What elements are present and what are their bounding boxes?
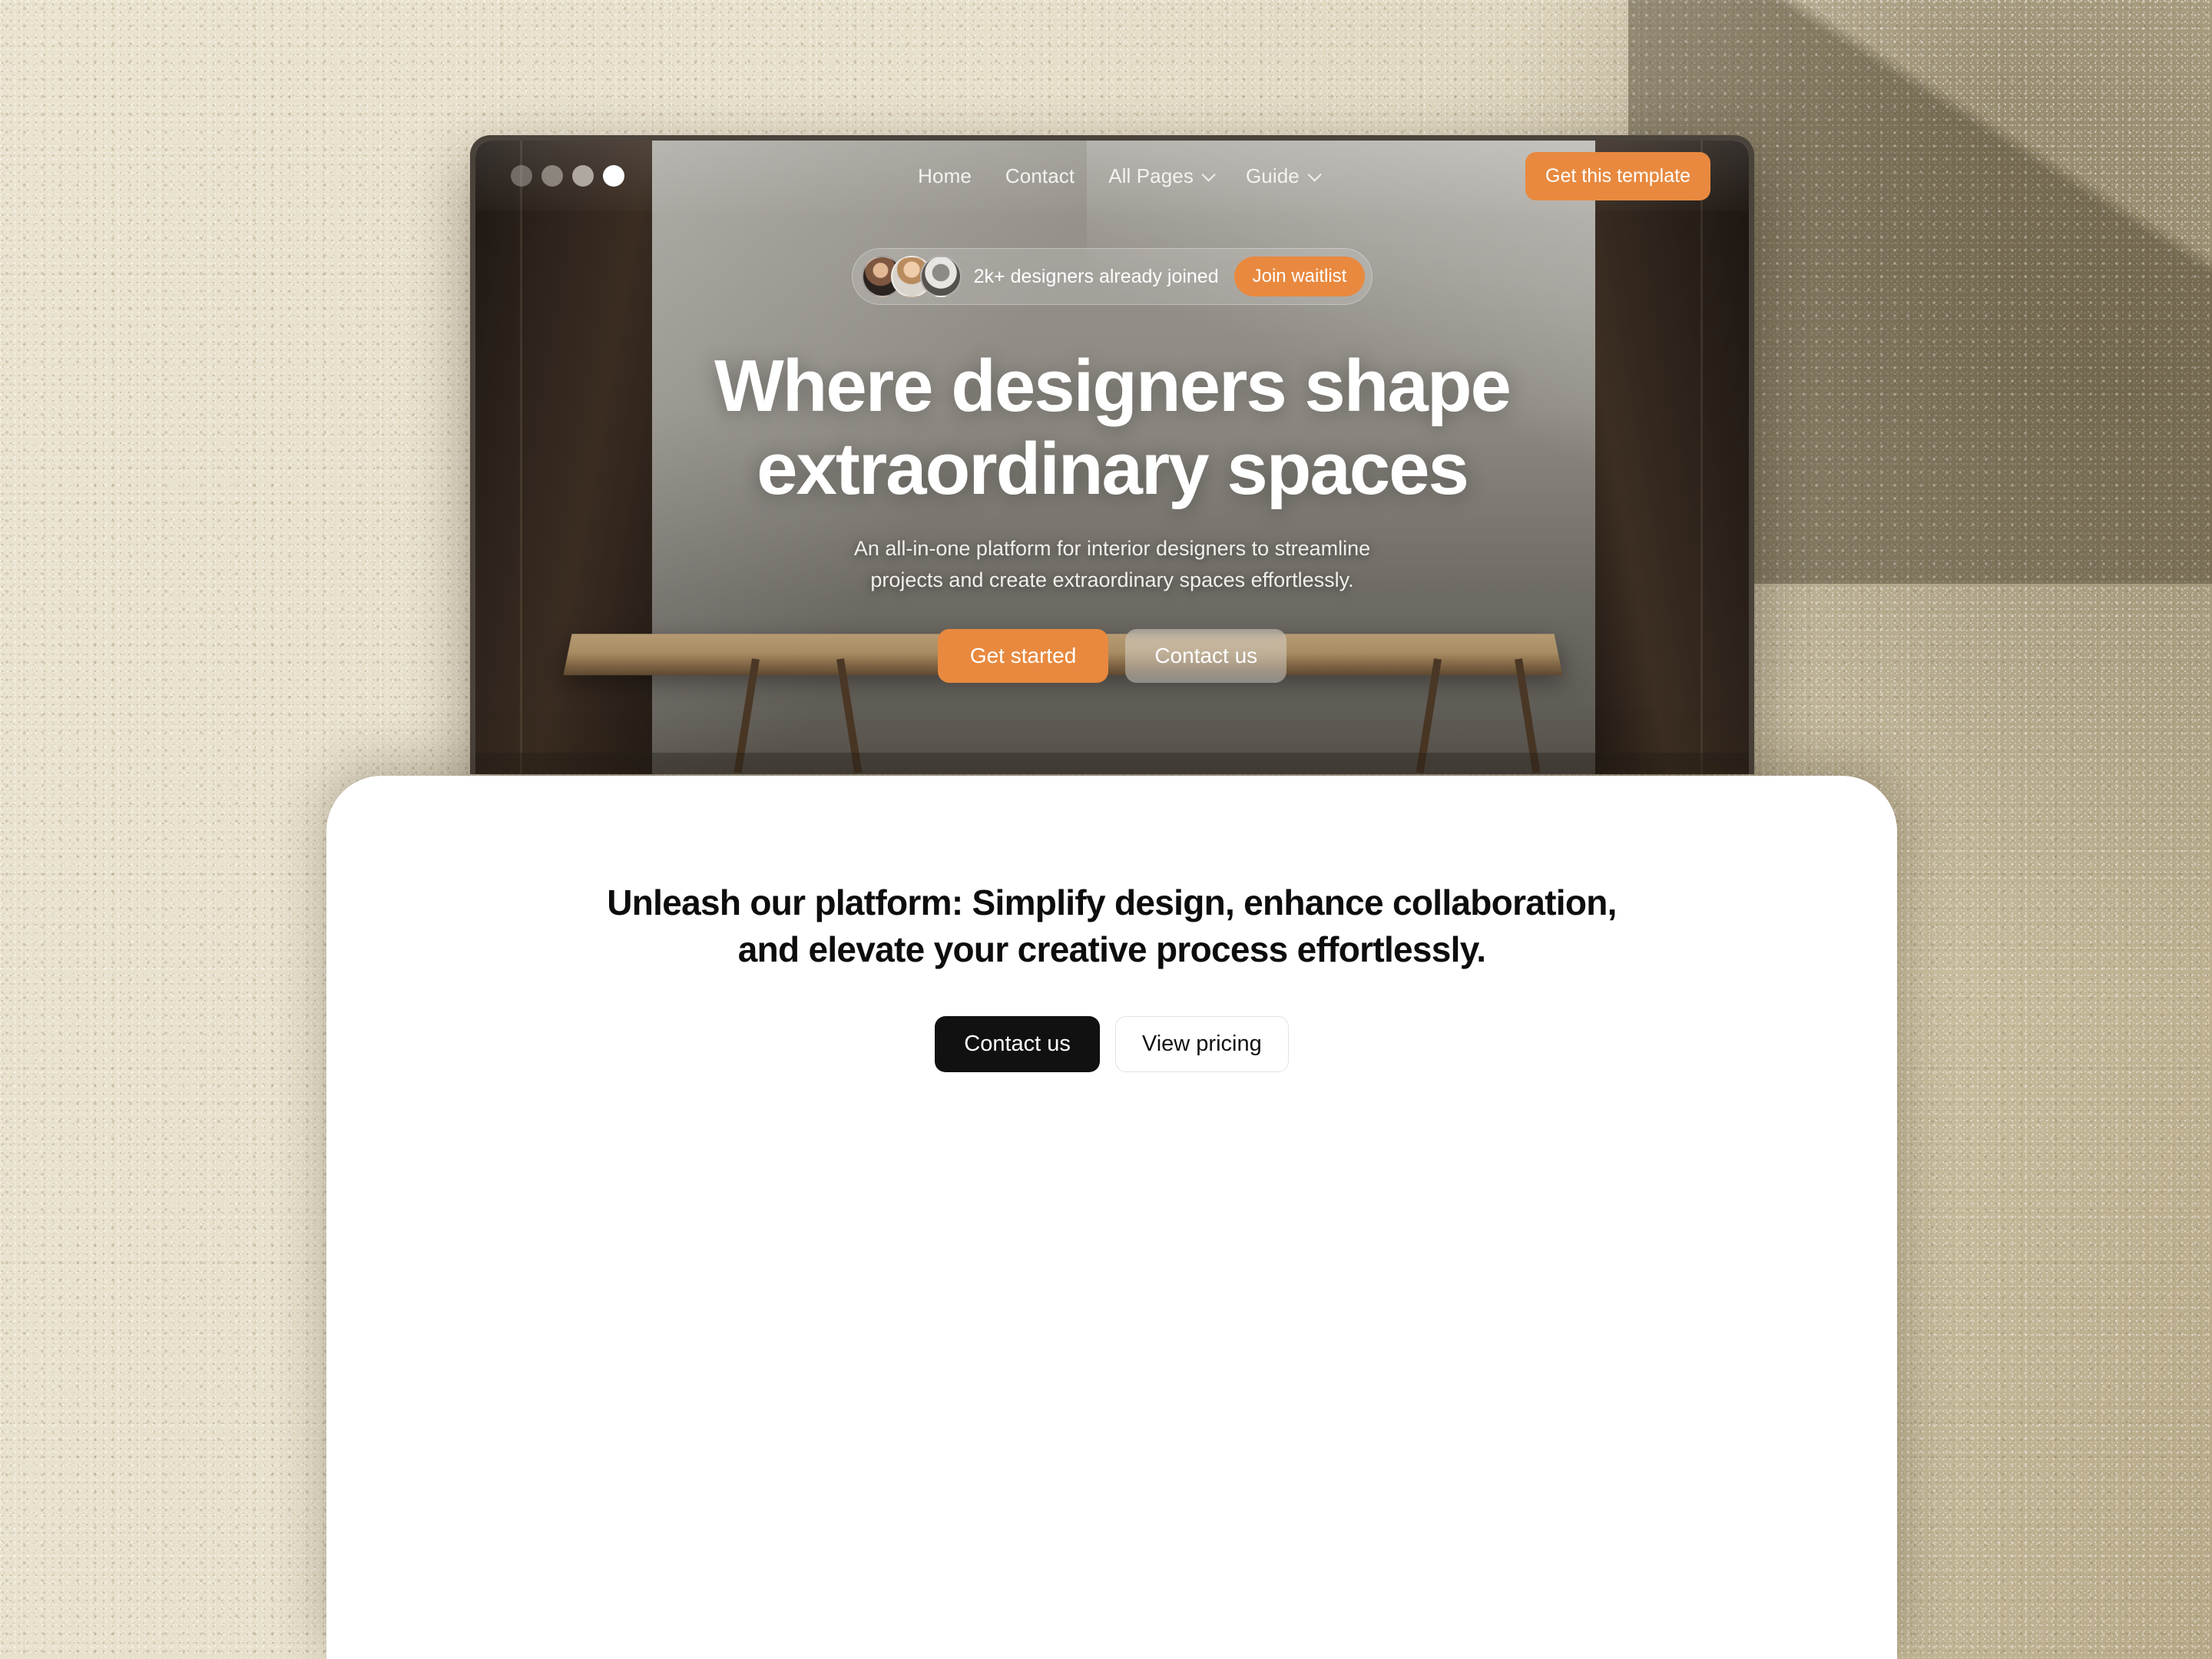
hero-contact-us-button[interactable]: Contact us: [1125, 629, 1287, 684]
nav-item-guide[interactable]: Guide: [1245, 164, 1322, 188]
browser-viewport: Home Contact All Pages Guide Get this te…: [475, 141, 1749, 774]
social-proof-text: 2k+ designers already joined: [973, 265, 1219, 287]
nav-label: Contact: [1005, 164, 1075, 187]
avatar: [919, 256, 962, 297]
nav-item-all-pages[interactable]: All Pages: [1108, 164, 1216, 188]
window-dot-3-icon[interactable]: [572, 165, 594, 187]
view-pricing-button[interactable]: View pricing: [1114, 1016, 1289, 1073]
chevron-down-icon: [1201, 167, 1216, 182]
platform-cta-group: Contact us View pricing: [326, 1016, 1897, 1073]
platform-heading-line-2: and elevate your creative process effort…: [737, 929, 1486, 970]
hero-cta-group: Get started Contact us: [568, 629, 1657, 684]
hero-content: 2k+ designers already joined Join waitli…: [475, 248, 1749, 684]
window-dot-1-icon[interactable]: [511, 165, 532, 187]
hero-subheading-line-2: projects and create extraordinary spaces…: [870, 568, 1354, 591]
primary-navigation: Home Contact All Pages Guide: [710, 164, 1525, 188]
hero-heading-line-2: extraordinary spaces: [757, 427, 1469, 510]
platform-heading-line-1: Unleash our platform: Simplify design, e…: [607, 882, 1617, 922]
nav-label: All Pages: [1108, 164, 1194, 187]
get-this-template-button[interactable]: Get this template: [1525, 151, 1710, 200]
white-page-card: Unleash our platform: Simplify design, e…: [326, 776, 1897, 1659]
chevron-down-icon: [1307, 167, 1322, 182]
get-started-button[interactable]: Get started: [937, 629, 1109, 684]
window-dot-2-icon[interactable]: [541, 165, 563, 187]
browser-window-mockup: Home Contact All Pages Guide Get this te…: [470, 135, 1754, 774]
hero-floor-line: [475, 753, 1749, 774]
window-dot-4-icon[interactable]: [603, 165, 624, 187]
platform-section-heading: Unleash our platform: Simplify design, e…: [326, 879, 1897, 973]
nav-label: Home: [918, 164, 972, 187]
nav-label: Guide: [1245, 164, 1300, 187]
social-proof-badge: 2k+ designers already joined Join waitli…: [851, 248, 1373, 305]
avatar-group: [861, 256, 962, 297]
hero-subheading-line-1: An all-in-one platform for interior desi…: [853, 537, 1371, 561]
nav-item-home[interactable]: Home: [918, 164, 972, 188]
browser-top-bar: Home Contact All Pages Guide Get this te…: [475, 141, 1749, 211]
join-waitlist-button[interactable]: Join waitlist: [1233, 257, 1366, 296]
hero-subheading: An all-in-one platform for interior desi…: [568, 533, 1657, 595]
window-control-dots: [511, 165, 710, 187]
hero-heading-line-1: Where designers shape: [714, 345, 1512, 427]
hero-heading: Where designers shape extraordinary spac…: [568, 345, 1657, 510]
nav-item-contact[interactable]: Contact: [1005, 164, 1075, 188]
platform-contact-us-button[interactable]: Contact us: [935, 1016, 1100, 1073]
